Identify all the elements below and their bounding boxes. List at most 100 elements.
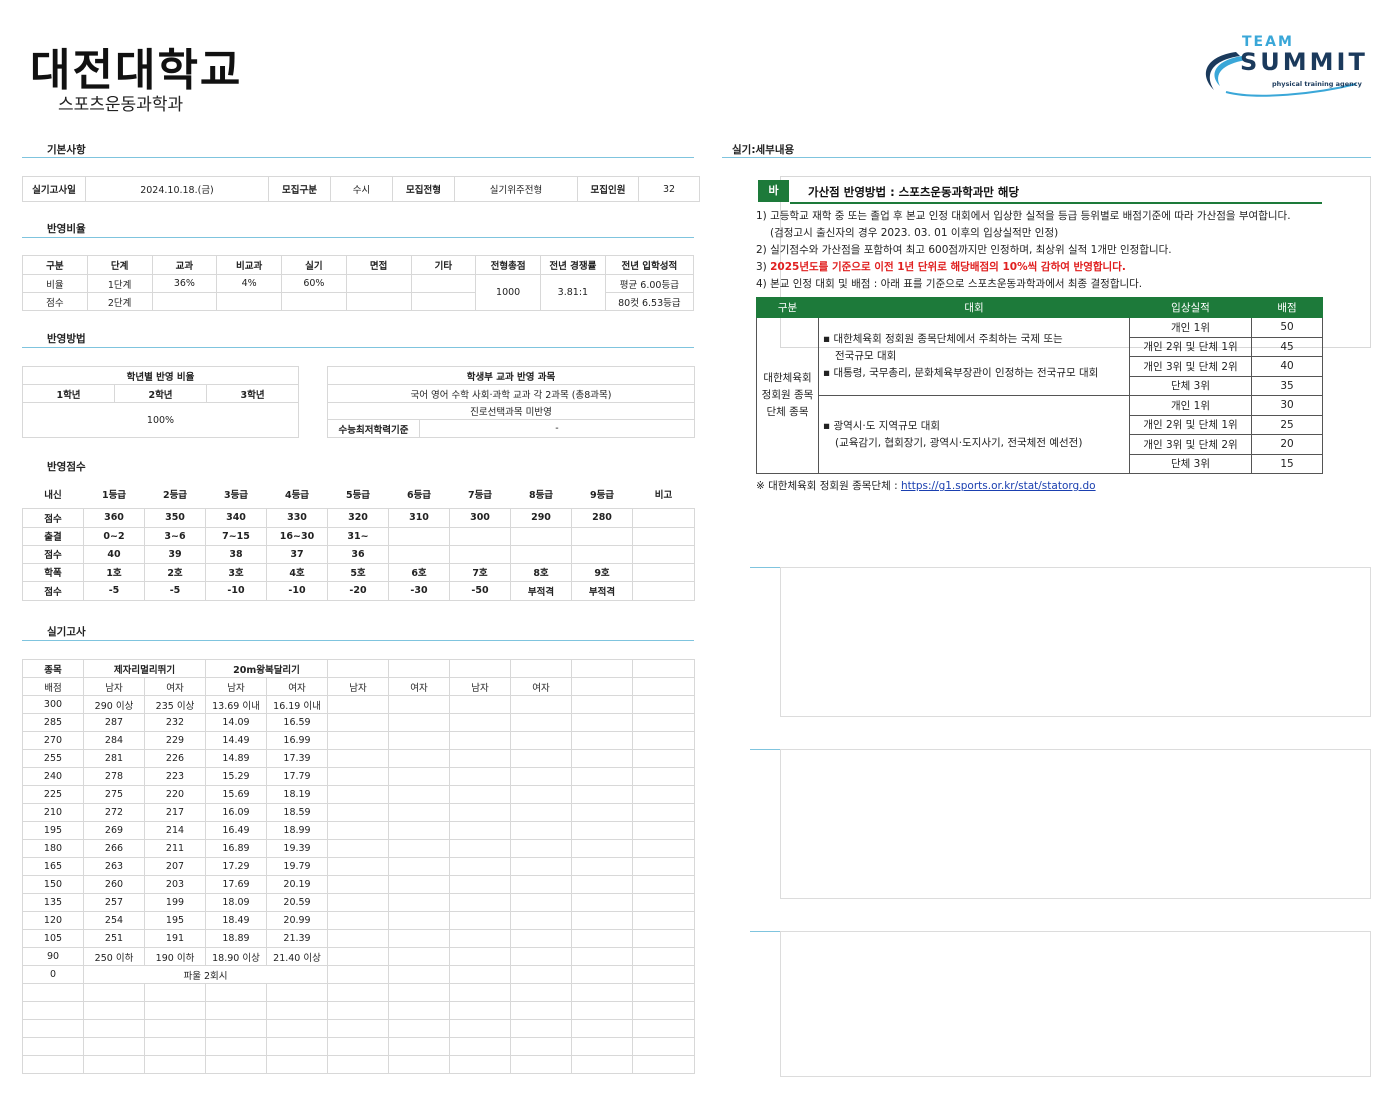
score-cell bbox=[632, 544, 695, 564]
practical-cell: 251 bbox=[83, 929, 145, 948]
practical-cell bbox=[327, 839, 390, 858]
practical-cell bbox=[388, 785, 451, 804]
team-summit-logo: TEAM SUMMIT physical training agency bbox=[1196, 34, 1386, 98]
bonus-competition-national: ▪ 대한체육회 정회원 종목단체에서 주최하는 국제 또는 전국규모 대회 ▪ … bbox=[818, 317, 1130, 396]
practical-cell bbox=[265, 1037, 329, 1056]
practical-subheader: 남자 bbox=[449, 677, 512, 696]
logo-summit-text: SUMMIT bbox=[1240, 48, 1368, 76]
practical-cell bbox=[571, 1055, 634, 1074]
practical-cell bbox=[510, 1037, 573, 1056]
detail-note: 1) 고등학교 재학 중 또는 졸업 후 본교 인정 대회에서 입상한 실적을 … bbox=[756, 210, 1291, 222]
practical-subheader: 여자 bbox=[510, 677, 573, 696]
score-cell bbox=[510, 544, 572, 564]
competition-line: ▪ 대통령, 국무총리, 문화체육부장관이 인정하는 전국규모 대회 bbox=[823, 367, 1099, 379]
practical-row: 165 263 207 17.29 19.79 bbox=[22, 857, 696, 876]
practical-cell bbox=[327, 947, 390, 966]
bonus-competition-regional: ▪ 광역시·도 지역규모 대회 (교육감기, 협회장기, 광역시·도지사기, 전… bbox=[818, 395, 1130, 474]
practical-cell bbox=[388, 929, 451, 948]
practical-cell bbox=[571, 875, 634, 894]
practical-cell bbox=[327, 1001, 390, 1020]
practical-cell bbox=[510, 1055, 573, 1074]
recruit-type-label: 모집구분 bbox=[268, 176, 331, 202]
practical-cell: 270 bbox=[22, 731, 84, 750]
practical-cell: 195 bbox=[22, 821, 84, 840]
score-table: 내신 1등급 2등급 3등급 4등급 5등급 6등급 7등급 8등급 9등급 비… bbox=[22, 481, 695, 601]
bonus-table: 구분 대회 입상실적 배점 대한체육회 정회원 종목단체 종목 ▪ 대한체육회 … bbox=[756, 297, 1323, 474]
score-cell: 290 bbox=[510, 507, 572, 528]
practical-cell: 223 bbox=[144, 767, 206, 786]
practical-cell bbox=[632, 695, 696, 714]
bonus-result: 단체 3위 bbox=[1129, 375, 1252, 396]
practical-cell bbox=[510, 767, 573, 786]
recruit-count: 32 bbox=[638, 176, 700, 202]
score-cell: -10 bbox=[266, 580, 328, 601]
footnote-prefix: ※ 대한체육회 정회원 종목단체 : bbox=[756, 480, 901, 492]
practical-subheader: 여자 bbox=[144, 677, 206, 696]
ratio-header: 비교과 bbox=[216, 255, 282, 275]
score-cell: 320 bbox=[327, 507, 389, 528]
practical-cell bbox=[388, 1001, 451, 1020]
event-shuttle-run: 20m왕복달리기 bbox=[204, 659, 329, 678]
bonus-result: 단체 3위 bbox=[1129, 453, 1252, 474]
practical-cell: 220 bbox=[144, 785, 206, 804]
practical-empty-row bbox=[22, 1055, 696, 1074]
practical-cell bbox=[205, 983, 267, 1002]
practical-cell bbox=[510, 983, 573, 1002]
score-cell: 340 bbox=[205, 507, 267, 528]
practical-cell bbox=[327, 875, 390, 894]
ghost-box bbox=[780, 749, 1371, 899]
prev-result-average: 평균 6.00등급 bbox=[604, 274, 695, 293]
practical-cell bbox=[83, 1055, 145, 1074]
practical-subheader: 남자 bbox=[205, 677, 267, 696]
score-row: 점수 40 39 38 37 36 bbox=[22, 544, 695, 564]
score-cell: 310 bbox=[388, 507, 450, 528]
subject-line: 진로선택과목 미반영 bbox=[327, 402, 695, 420]
score-row: 점수 -5 -5 -10 -10 -20 -30 -50 부적격 부적격 bbox=[22, 580, 695, 601]
ratio-header: 전년 경쟁률 bbox=[540, 255, 606, 275]
score-cell: 출결 bbox=[22, 526, 84, 546]
practical-cell bbox=[83, 1019, 145, 1038]
practical-cell: 18.09 bbox=[205, 893, 267, 912]
practical-cell bbox=[510, 1019, 573, 1038]
practical-subheader: 남자 bbox=[327, 677, 390, 696]
practical-cell bbox=[327, 857, 390, 876]
practical-cell bbox=[327, 713, 390, 732]
practical-cell bbox=[449, 821, 512, 840]
practical-cell: 210 bbox=[22, 803, 84, 822]
practical-cell bbox=[510, 731, 573, 750]
practical-cell: 20.59 bbox=[265, 893, 329, 912]
bonus-points: 25 bbox=[1251, 414, 1323, 435]
score-cell: 36 bbox=[327, 544, 389, 564]
practical-cell bbox=[144, 1037, 206, 1056]
ghost-box bbox=[780, 567, 1371, 717]
practical-cell bbox=[144, 1055, 206, 1074]
practical-cell bbox=[510, 785, 573, 804]
bonus-result: 개인 2위 및 단체 1위 bbox=[1129, 414, 1252, 435]
practical-cell bbox=[144, 1019, 206, 1038]
practical-cell bbox=[327, 749, 390, 768]
detail-title-bar: 가산점 반영방법 : 스포츠운동과학과만 해당 bbox=[790, 180, 1322, 204]
practical-cell bbox=[510, 713, 573, 732]
practical-cell: 135 bbox=[22, 893, 84, 912]
practical-cell bbox=[571, 929, 634, 948]
score-header: 4등급 bbox=[284, 490, 310, 502]
score-cell: 7호 bbox=[449, 562, 511, 582]
bonus-points: 40 bbox=[1251, 356, 1323, 377]
practical-cell bbox=[632, 1019, 696, 1038]
practical-row: 270 284 229 14.49 16.99 bbox=[22, 731, 696, 750]
score-cell: 40 bbox=[83, 544, 145, 564]
practical-cell bbox=[632, 875, 696, 894]
practical-cell bbox=[265, 1019, 329, 1038]
score-cell: 3~6 bbox=[144, 526, 206, 546]
score-header: 비고 bbox=[654, 490, 673, 502]
practical-cell bbox=[449, 911, 512, 930]
score-cell: 점수 bbox=[22, 580, 84, 601]
practical-row: 105 251 191 18.89 21.39 bbox=[22, 929, 696, 948]
practical-cell: 180 bbox=[22, 839, 84, 858]
score-row: 학폭 1호 2호 3호 4호 5호 6호 7호 8호 9호 bbox=[22, 562, 695, 582]
practical-cell bbox=[449, 731, 512, 750]
practical-cell bbox=[205, 1019, 267, 1038]
score-cell: 9호 bbox=[571, 562, 633, 582]
footnote-link[interactable]: https://g1.sports.or.kr/stat/statorg.do bbox=[901, 480, 1096, 492]
practical-cell bbox=[632, 803, 696, 822]
